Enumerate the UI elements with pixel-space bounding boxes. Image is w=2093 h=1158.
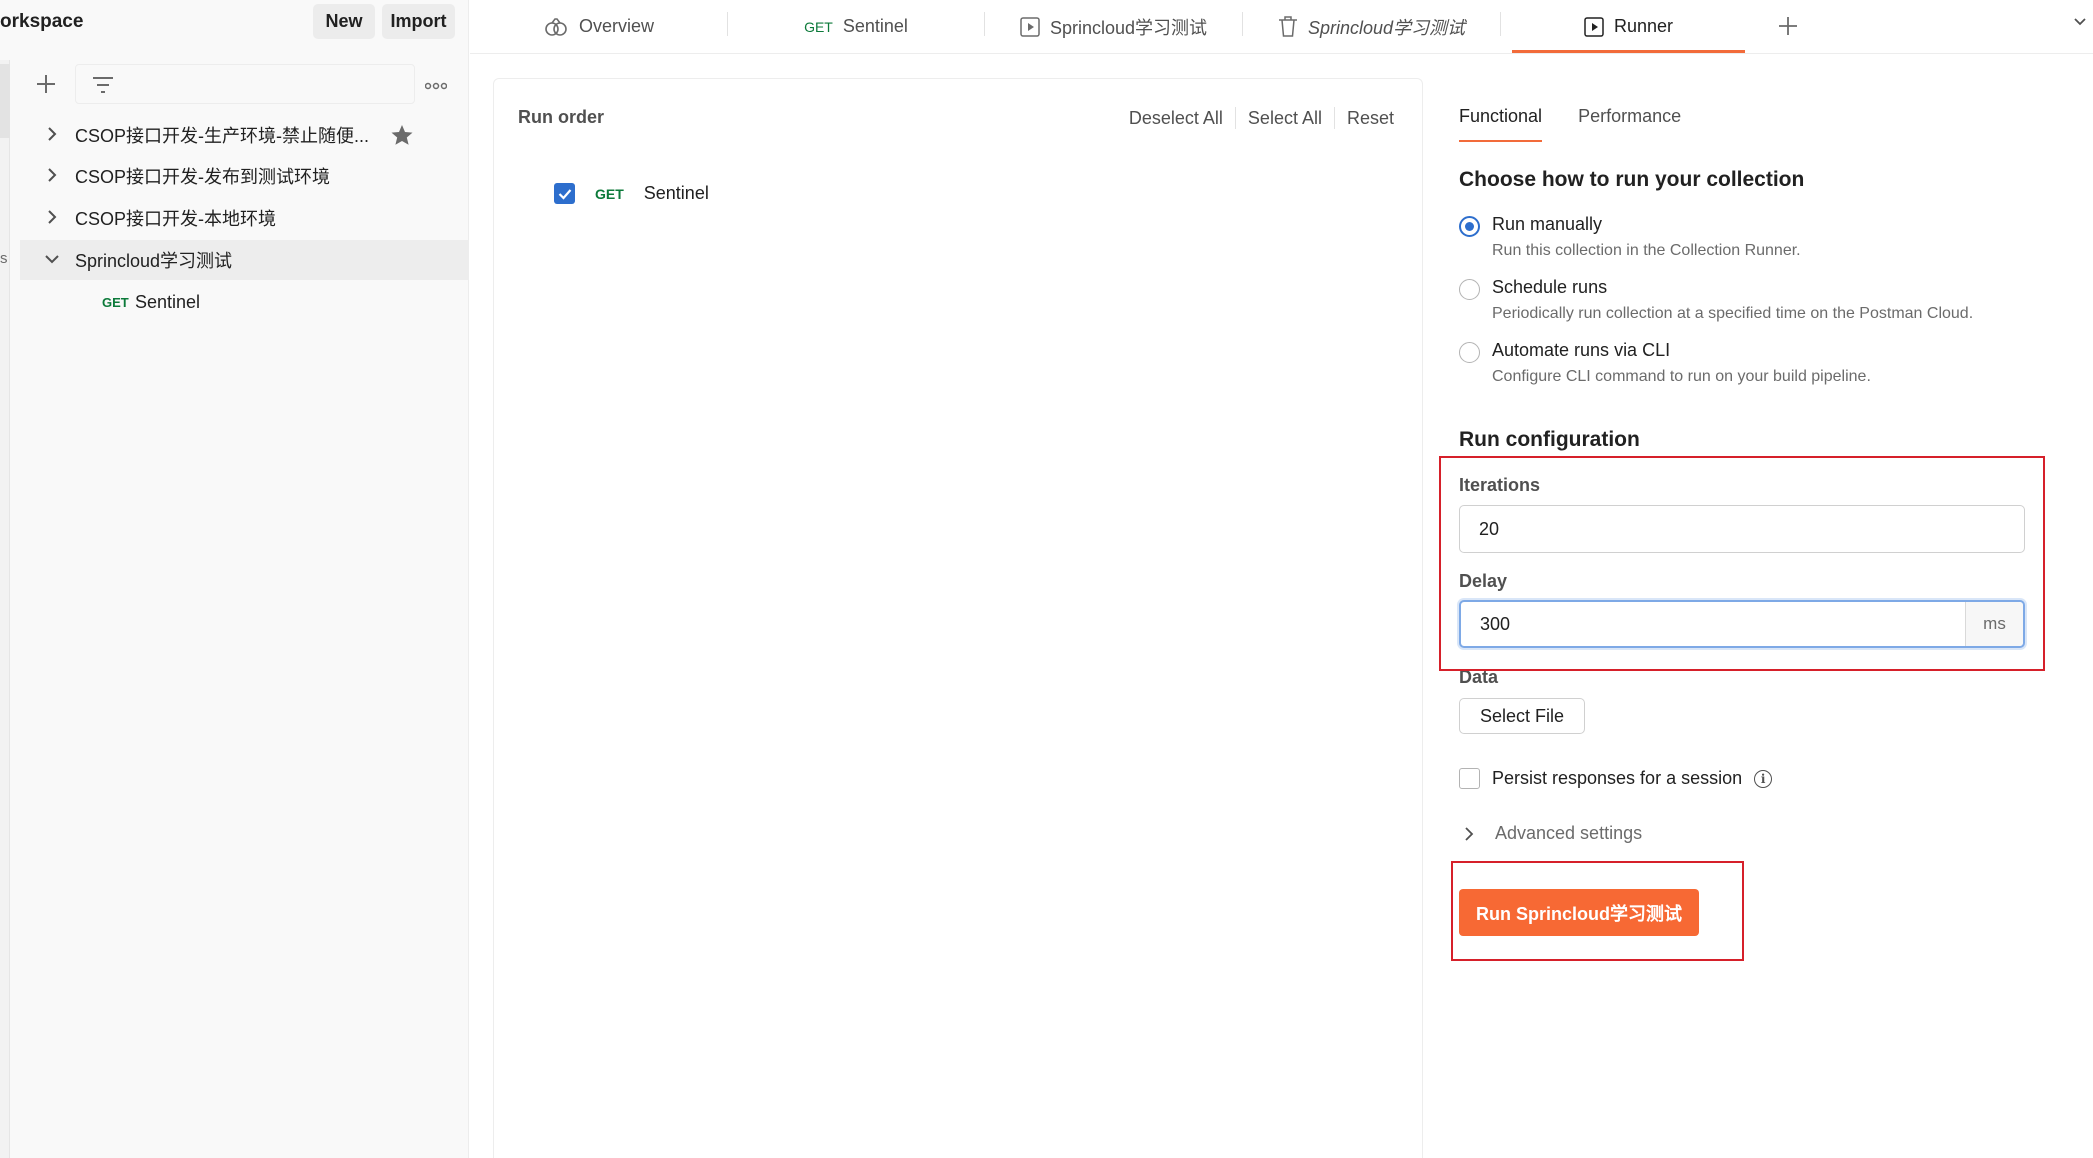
tab-overflow-button[interactable] <box>2073 12 2087 33</box>
workspace-title: orkspace <box>0 11 84 32</box>
left-rail: s <box>0 60 10 1158</box>
radio-schedule-runs[interactable] <box>1459 279 1480 300</box>
more-options-icon[interactable] <box>424 74 448 95</box>
tab-runner[interactable]: Runner <box>1512 0 1745 53</box>
deselect-all-button[interactable]: Deselect All <box>1117 108 1235 129</box>
chevron-down-icon <box>2074 18 2086 26</box>
tab-label: Sprincloud学习测试 <box>1307 17 1466 38</box>
tab-label: Overview <box>578 16 654 36</box>
chevron-down-icon[interactable] <box>42 249 62 269</box>
chevron-right-icon[interactable] <box>42 124 62 144</box>
request-item[interactable]: GET Sentinel <box>20 282 468 322</box>
runner-play-icon <box>1584 16 1604 37</box>
delay-label: Delay <box>1459 571 1508 591</box>
config-tabs: Functional Performance <box>1459 106 1681 142</box>
get-method-badge: GET <box>595 185 624 202</box>
request-name: Sentinel <box>643 183 709 203</box>
rail-active-item[interactable] <box>0 64 10 138</box>
option-description: Run this collection in the Collection Ru… <box>1492 242 1801 259</box>
run-order-panel: Run order Deselect All Select All Reset … <box>493 78 1423 1158</box>
chevron-right-icon[interactable] <box>42 207 62 227</box>
delay-input[interactable]: 300 ms <box>1459 600 2025 648</box>
overview-icon <box>545 17 567 36</box>
tab-divider <box>1500 12 1501 36</box>
tab-bar: Overview GET Sentinel Sprincloud学习测试 Spr… <box>470 0 2093 54</box>
delay-unit: ms <box>1965 602 2023 646</box>
filter-icon <box>93 77 113 93</box>
reset-button[interactable]: Reset <box>1335 108 1394 129</box>
run-order-actions: Deselect All Select All Reset <box>1117 107 1394 129</box>
trash-icon <box>1278 15 1297 37</box>
collection-label: CSOP接口开发-生产环境-禁止随便... <box>75 126 370 146</box>
select-file-button[interactable]: Select File <box>1459 698 1585 734</box>
run-order-request-row[interactable]: GET Sentinel <box>554 183 709 204</box>
tab-deleted-collection[interactable]: Sprincloud学习测试 <box>1243 0 1500 53</box>
collection-item[interactable]: CSOP接口开发-生产环境-禁止随便... <box>20 115 468 155</box>
collection-item-active[interactable]: Sprincloud学习测试 <box>20 240 468 280</box>
radio-automate-cli[interactable] <box>1459 342 1480 363</box>
tab-label: Sentinel <box>842 16 908 36</box>
tab-performance[interactable]: Performance <box>1578 106 1681 142</box>
iterations-input[interactable]: 20 <box>1459 505 2025 553</box>
plus-icon <box>1779 17 1797 35</box>
persist-label: Persist responses for a session <box>1492 768 1743 788</box>
get-method-badge: GET <box>102 294 129 310</box>
filter-input[interactable] <box>75 64 415 104</box>
persist-checkbox[interactable] <box>1459 768 1480 789</box>
plus-icon <box>37 75 55 93</box>
option-description: Configure CLI command to run on your bui… <box>1492 368 1871 385</box>
active-tab-indicator <box>1512 50 1745 53</box>
new-button[interactable]: New <box>313 4 375 39</box>
run-configuration-panel: Functional Performance Choose how to run… <box>1459 78 2093 1158</box>
advanced-settings-toggle[interactable]: Advanced settings <box>1459 823 1642 844</box>
rail-label: s <box>0 250 8 267</box>
run-collection-button[interactable]: Run Sprincloud学习测试 <box>1459 889 1699 936</box>
option-label: Automate runs via CLI <box>1492 340 1671 360</box>
advanced-settings-label: Advanced settings <box>1495 823 1643 843</box>
new-tab-button[interactable] <box>1763 2 1813 50</box>
option-label: Schedule runs <box>1492 277 1608 297</box>
radio-run-manually[interactable] <box>1459 216 1480 237</box>
select-all-button[interactable]: Select All <box>1236 108 1334 129</box>
collection-item[interactable]: CSOP接口开发-本地环境 <box>20 198 468 238</box>
tab-label: Runner <box>1613 16 1674 36</box>
workspace-header: orkspace New Import <box>0 0 469 43</box>
tab-label: Sprincloud学习测试 <box>1049 17 1208 38</box>
choose-run-heading: Choose how to run your collection <box>1459 168 1805 191</box>
import-button[interactable]: Import <box>382 4 455 39</box>
collection-label: CSOP接口开发-发布到测试环境 <box>75 167 331 187</box>
iterations-label: Iterations <box>1459 475 1541 495</box>
tab-functional[interactable]: Functional <box>1459 106 1543 142</box>
delay-value: 300 <box>1480 614 1511 634</box>
option-label: Run manually <box>1492 214 1603 234</box>
sidebar: orkspace New Import s CSOP接口开发-生产环境-禁止随便… <box>0 0 469 1158</box>
request-checkbox[interactable] <box>554 183 575 204</box>
get-method-badge: GET <box>804 18 833 35</box>
run-order-title: Run order <box>518 107 605 127</box>
chevron-right-icon[interactable] <box>42 165 62 185</box>
info-icon[interactable]: i <box>1754 769 1773 788</box>
run-configuration-heading: Run configuration <box>1459 428 1640 451</box>
chevron-right-icon <box>1465 826 1474 841</box>
star-icon[interactable] <box>390 123 414 147</box>
option-description: Periodically run collection at a specifi… <box>1492 305 1974 322</box>
persist-responses-row[interactable]: Persist responses for a session i <box>1459 768 1773 789</box>
runner-play-icon <box>1020 16 1040 37</box>
add-collection-button[interactable] <box>30 68 62 100</box>
tab-sentinel[interactable]: GET Sentinel <box>728 0 984 53</box>
tab-overview[interactable]: Overview <box>470 0 727 53</box>
tab-collection[interactable]: Sprincloud学习测试 <box>985 0 1242 53</box>
checkmark-icon <box>558 188 571 200</box>
iterations-value: 20 <box>1479 519 1500 539</box>
request-label: Sentinel <box>135 291 201 312</box>
data-label: Data <box>1459 667 1499 687</box>
collection-label: Sprincloud学习测试 <box>75 251 233 271</box>
collection-item[interactable]: CSOP接口开发-发布到测试环境 <box>20 156 468 196</box>
collection-label: CSOP接口开发-本地环境 <box>75 209 277 229</box>
